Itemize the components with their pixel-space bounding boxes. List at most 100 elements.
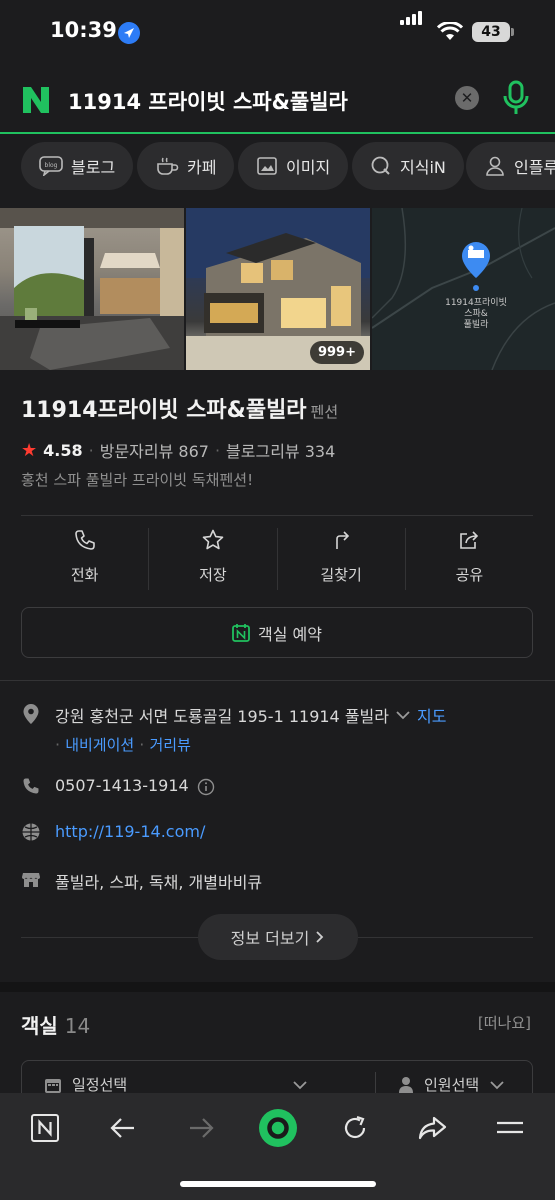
action-label: 저장 — [199, 566, 227, 584]
search-bar: 11914 프라이빗 스파&풀빌라 ✕ — [0, 66, 555, 134]
tab-label: 카페 — [187, 158, 217, 177]
naver-booking-icon — [232, 623, 250, 642]
divider — [21, 515, 533, 516]
rooms-heading: 객실 14 — [21, 1010, 90, 1039]
svg-text:blog: blog — [45, 162, 58, 169]
chevron-down-icon — [293, 1080, 307, 1089]
tab-blog[interactable]: blog 블로그 — [21, 142, 134, 190]
person-icon — [399, 1076, 413, 1093]
green-dot-button[interactable] — [258, 1108, 298, 1148]
tags-row: 풀빌라, 스파, 독채, 개별바비큐 — [21, 869, 262, 893]
phone-icon — [74, 530, 95, 550]
store-icon — [22, 873, 40, 887]
tab-image[interactable]: 이미지 — [238, 142, 349, 190]
back-button[interactable] — [104, 1109, 142, 1147]
share-page-button[interactable] — [413, 1109, 451, 1147]
save-button[interactable]: 저장 — [149, 528, 278, 590]
place-description: 홍천 스파 풀빌라 프라이빗 독채펜션! — [21, 471, 254, 489]
reserve-label: 객실 예약 — [258, 624, 322, 644]
website-link[interactable]: http://119-14.com/ — [55, 822, 205, 841]
share-arrow-icon — [418, 1116, 447, 1140]
map-link[interactable]: 지도 — [417, 703, 446, 727]
street-view-link[interactable]: 거리뷰 — [149, 736, 190, 754]
website-row: http://119-14.com/ — [21, 822, 205, 842]
tab-label: 블로그 — [71, 158, 116, 177]
action-label: 길찾기 — [320, 566, 362, 584]
map-pin-label: 11914프라이빗 스파& 풀빌라 — [445, 298, 507, 330]
address-block: 강원 홍천군 서면 도룡골길 195-1 11914 풀빌라 지도 · 내비게이… — [55, 703, 446, 755]
blog-reviews-link[interactable]: 블로그리뷰 334 — [226, 438, 335, 462]
people-select[interactable]: 인원선택 — [398, 1074, 505, 1095]
action-label: 공유 — [455, 566, 484, 584]
rooms-count: 14 — [64, 1014, 91, 1038]
people-select-label: 인원선택 — [424, 1076, 480, 1094]
rooms-cta[interactable]: [떠나요] — [478, 1012, 531, 1033]
tab-label: 지식iN — [400, 158, 446, 177]
date-select-label: 일정선택 — [72, 1076, 128, 1094]
menu-button[interactable] — [491, 1109, 529, 1147]
tab-cafe[interactable]: 카페 — [137, 142, 235, 190]
navigation-link[interactable]: 내비게이션 — [65, 736, 134, 754]
chevron-down-icon — [490, 1080, 504, 1089]
photo-exterior-night[interactable]: 999+ — [186, 208, 370, 370]
action-bar: 전화 저장 길찾기 공유 — [21, 528, 533, 590]
share-icon — [460, 531, 479, 549]
date-select[interactable]: 일정선택 — [44, 1074, 308, 1095]
visitor-reviews-link[interactable]: 방문자리뷰 867 — [100, 438, 209, 462]
rooms-title: 객실 — [21, 1014, 58, 1038]
rating-value: 4.58 — [43, 440, 83, 460]
more-info-button[interactable]: 정보 더보기 — [198, 914, 358, 960]
directions-button[interactable]: 길찾기 — [278, 528, 406, 590]
naver-logo-icon[interactable] — [20, 84, 52, 116]
influencer-icon — [486, 156, 504, 176]
section-divider — [0, 982, 555, 992]
address-sub-links: · 내비게이션 · 거리뷰 — [55, 734, 446, 755]
globe-icon — [22, 823, 40, 841]
browser-toolbar — [0, 1093, 555, 1200]
refresh-icon — [344, 1115, 366, 1139]
tab-label: 이미지 — [286, 158, 331, 177]
microphone-icon[interactable] — [500, 80, 532, 116]
phone-icon — [23, 778, 39, 794]
separator: · — [88, 440, 94, 460]
rating-row: ★ 4.58 · 방문자리뷰 867 · 블로그리뷰 334 — [21, 438, 335, 462]
call-button[interactable]: 전화 — [21, 528, 150, 590]
tab-knowledge[interactable]: 지식iN — [352, 142, 464, 190]
rating-star-icon: ★ — [21, 439, 38, 461]
address-text: 강원 홍천군 서면 도룡골길 195-1 11914 풀빌라 — [55, 707, 389, 726]
search-query[interactable]: 11914 프라이빗 스파&풀빌라 — [68, 86, 348, 116]
naver-n-icon — [31, 1114, 59, 1142]
separator: · — [55, 735, 61, 754]
home-indicator — [180, 1181, 376, 1187]
tab-influencer[interactable]: 인플루 — [466, 142, 555, 190]
refresh-button[interactable] — [336, 1109, 374, 1147]
naver-home-button[interactable] — [26, 1109, 64, 1147]
separator: · — [214, 440, 221, 460]
clear-search-icon[interactable]: ✕ — [455, 86, 479, 110]
phone-row: 0507-1413-1914 — [21, 776, 215, 796]
share-button[interactable]: 공유 — [406, 528, 533, 590]
wifi-icon — [436, 21, 464, 46]
forward-button[interactable] — [182, 1109, 220, 1147]
phone-number[interactable]: 0507-1413-1914 — [55, 776, 189, 795]
reserve-room-button[interactable]: 객실 예약 — [21, 607, 533, 658]
more-info-label: 정보 더보기 — [230, 929, 310, 948]
place-title: 11914프라이빗 스파&풀빌라 펜션 — [21, 392, 338, 424]
search-tabs: blog 블로그 카페 이미지 지식iN 인플루 — [0, 136, 555, 198]
photo-interior[interactable] — [0, 208, 184, 370]
chevron-down-icon[interactable] — [395, 709, 411, 721]
info-icon[interactable] — [197, 778, 215, 796]
battery-tip — [511, 28, 514, 36]
map-thumbnail[interactable]: 11914프라이빗 스파& 풀빌라 — [372, 208, 555, 370]
hamburger-menu-icon — [497, 1121, 523, 1134]
place-category: 펜션 — [310, 403, 339, 421]
arrow-right-icon — [190, 1118, 214, 1138]
chevron-right-icon — [316, 931, 324, 943]
directions-icon — [336, 531, 350, 549]
place-tags: 풀빌라, 스파, 독채, 개별바비큐 — [55, 873, 263, 892]
place-name: 11914프라이빗 스파&풀빌라 — [21, 398, 307, 423]
tab-label: 인플루 — [514, 158, 555, 177]
location-pin-icon — [23, 704, 39, 724]
calendar-icon — [45, 1078, 61, 1093]
arrow-left-icon — [110, 1118, 134, 1138]
